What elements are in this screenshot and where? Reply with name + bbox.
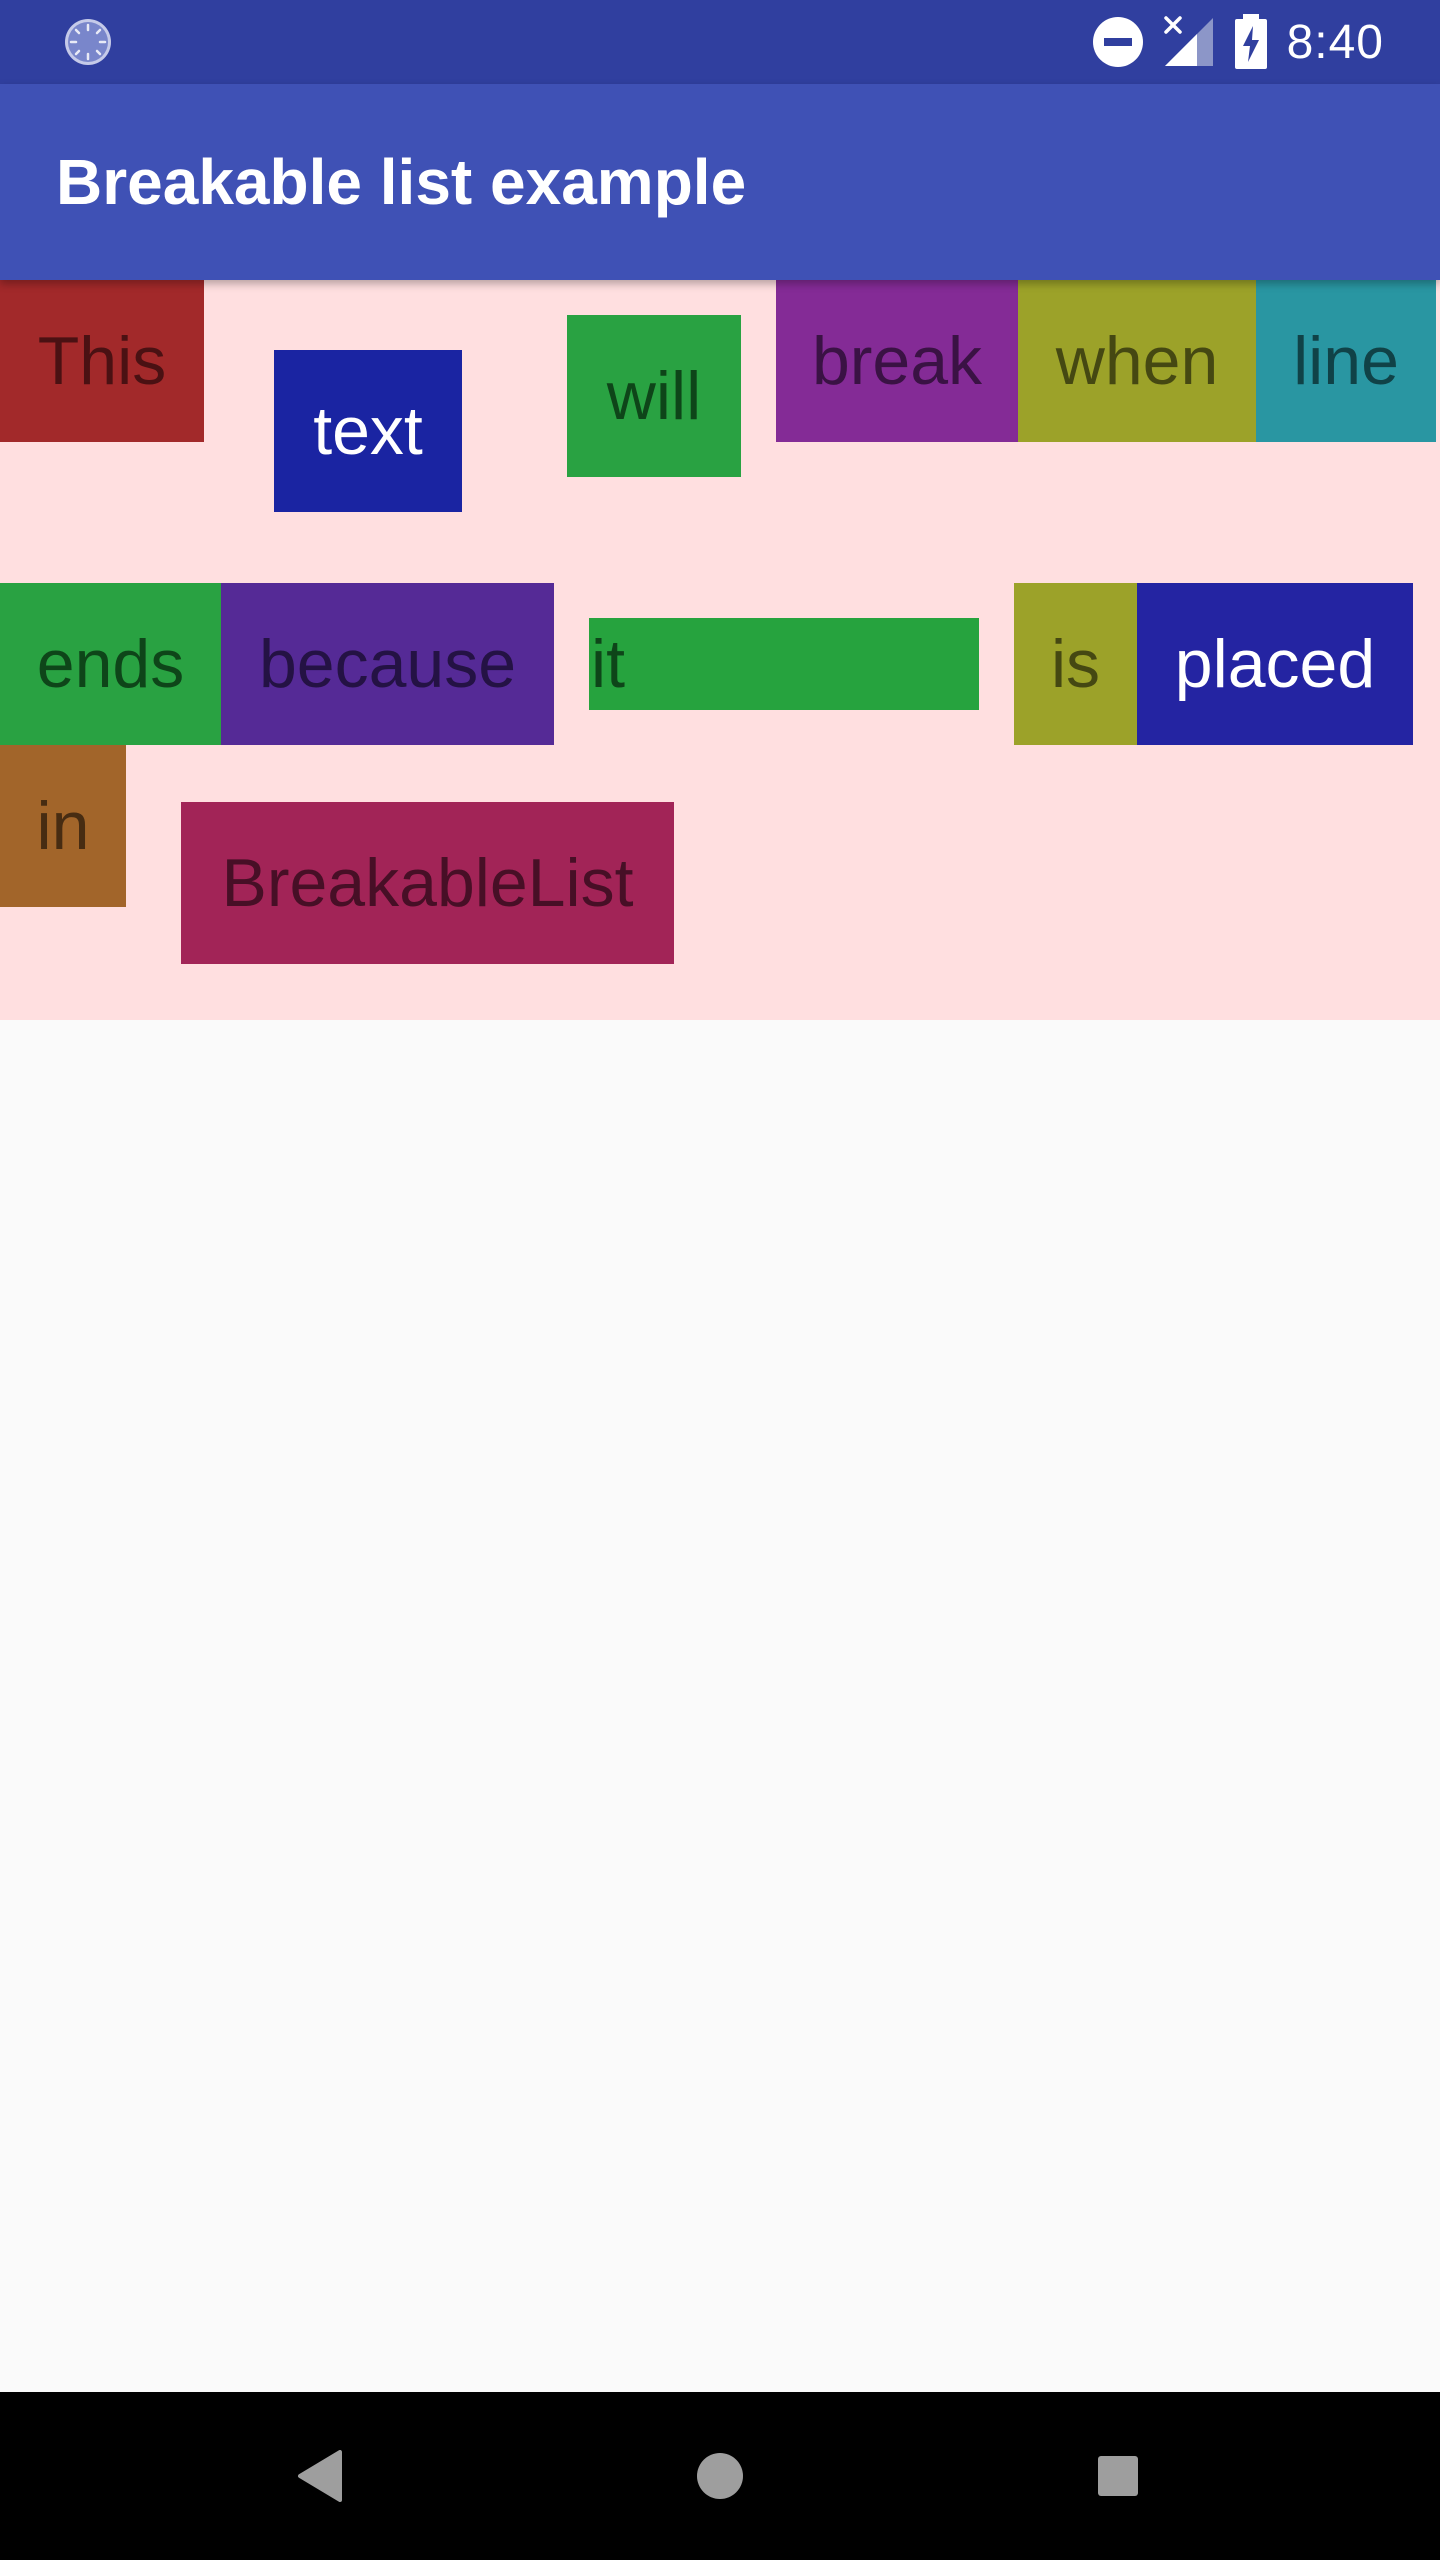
loading-spinner-icon [65,19,111,65]
no-signal-icon [1163,16,1213,66]
list-item-label: placed [1174,626,1376,702]
status-bar: 8:40 [0,0,1440,84]
list-item-it: it [589,618,979,710]
breakable-list: This text will break when line ends beca… [0,280,1440,1020]
list-item-label: BreakableList [221,845,634,921]
back-icon [298,2450,342,2502]
list-item-in: in [0,745,126,907]
list-item-label: will [606,358,702,434]
list-item-because: because [221,583,554,745]
home-button[interactable] [650,2392,790,2560]
list-item-label: when [1055,323,1219,399]
recents-button[interactable] [1048,2392,1188,2560]
list-item-line: line [1256,280,1436,442]
app-title: Breakable list example [56,146,747,218]
list-item-label: it [591,626,625,702]
list-item-label: because [258,626,517,702]
list-item-label: line [1293,323,1399,399]
list-item-will: will [567,315,741,477]
list-item-this: This [0,280,204,442]
home-icon [697,2453,743,2499]
list-item-is: is [1014,583,1137,745]
list-item-label: break [811,323,983,399]
list-item-label: text [313,393,423,469]
list-item-break: break [776,280,1018,442]
do-not-disturb-icon [1092,17,1143,67]
list-item-when: when [1018,280,1256,442]
list-item-label: is [1050,626,1101,702]
list-item-label: in [36,788,90,864]
back-button[interactable] [250,2392,390,2560]
list-item-label: ends [36,626,185,702]
clock-time: 8:40 [1286,15,1384,69]
list-item-breakablelist: BreakableList [181,802,674,964]
list-item-label: This [37,323,167,399]
list-item-ends: ends [0,583,221,745]
recents-icon [1098,2456,1138,2496]
app-bar: Breakable list example [0,84,1440,280]
battery-charging-icon [1234,14,1267,69]
navigation-bar [0,2392,1440,2560]
list-item-text: text [274,350,462,512]
list-item-placed: placed [1137,583,1413,745]
